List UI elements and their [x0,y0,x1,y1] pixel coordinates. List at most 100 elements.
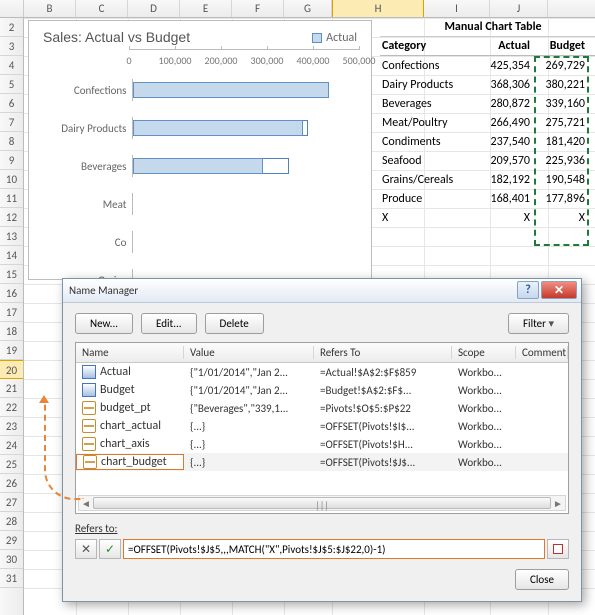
row-header[interactable]: 2 [0,18,23,37]
scrollbar-thumb[interactable]: ||| [93,497,551,509]
refers-label: =Actual!$A$2:$F$859 [314,366,452,379]
column-header[interactable]: H [332,0,424,17]
list-item[interactable]: chart_actual{...}=OFFSET(Pivots!$I$...Wo… [76,417,568,435]
cell-budget: 225,936 [534,154,589,168]
list-col-comment[interactable]: Comment [516,346,568,359]
row-header[interactable]: 21 [0,379,23,398]
dialog-titlebar[interactable]: Name Manager ? ✕ [63,279,581,303]
chart-bar-row: Dairy Products [43,111,361,145]
row-header[interactable]: 29 [0,531,23,550]
row-header[interactable]: 18 [0,322,23,341]
name-label: chart_axis [100,437,150,451]
scroll-right-icon[interactable]: ► [551,497,565,510]
row-header[interactable]: 23 [0,417,23,436]
refers-to-input[interactable] [123,539,545,559]
row-header[interactable]: 7 [0,113,23,132]
range-picker-button[interactable] [547,539,569,559]
row-header[interactable]: 31 [0,569,23,588]
table-row[interactable]: Grains/Cereals182,192190,548 [380,170,595,189]
row-header[interactable]: 11 [0,189,23,208]
row-header[interactable]: 22 [0,398,23,417]
row-header[interactable]: 25 [0,455,23,474]
accept-reference-button[interactable]: ✓ [99,539,121,559]
list-col-scope[interactable]: Scope [452,346,516,359]
select-all-corner[interactable] [0,0,24,17]
row-header[interactable]: 20 [0,360,23,379]
column-header[interactable]: F [232,0,284,17]
cell-budget: 190,548 [534,173,589,187]
cancel-reference-button[interactable]: ✕ [75,539,97,559]
axis-tick-label: 400,000 [297,54,330,67]
edit-button[interactable]: Edit... [141,313,197,334]
column-header[interactable]: I [424,0,490,17]
row-header[interactable]: 12 [0,208,23,227]
table-title: Manual Chart Table [380,18,595,37]
row-header[interactable]: 26 [0,474,23,493]
row-header[interactable]: 3 [0,37,23,56]
list-item[interactable]: budget_pt{"Beverages","339,1...=Pivots!$… [76,399,568,417]
row-header[interactable]: 9 [0,151,23,170]
list-item[interactable]: Actual{"1/01/2014","Jan 2...=Actual!$A$2… [76,363,568,381]
chart-x-axis: 0100,000200,000300,000400,000500,000 [129,49,359,69]
list-col-refers[interactable]: Refers To [314,346,452,359]
row-header[interactable]: 17 [0,303,23,322]
row-header[interactable]: 16 [0,284,23,303]
name-manager-dialog: Name Manager ? ✕ New... Edit... Delete F… [62,278,582,602]
help-button[interactable]: ? [517,281,539,299]
column-header[interactable]: B [24,0,76,17]
column-header[interactable]: G [284,0,332,17]
new-button[interactable]: New... [75,313,133,334]
row-header[interactable]: 5 [0,75,23,94]
list-item[interactable]: chart_axis{...}=OFFSET(Pivots!$H...Workb… [76,435,568,453]
cell-budget: 275,721 [534,116,589,130]
actual-bar [133,158,262,174]
column-header[interactable]: C [76,0,128,17]
row-header[interactable]: 15 [0,265,23,284]
table-row[interactable]: Meat/Poultry266,490275,721 [380,113,595,132]
row-header[interactable]: 14 [0,246,23,265]
list-item[interactable]: Budget{"1/01/2014","Jan 2...=Budget!$A$2… [76,381,568,399]
worksheet: BCDEFGHIJ 234567891011121314151617181920… [0,0,595,615]
annotation-arrowhead-icon [39,395,49,403]
cell-budget: X [534,211,589,225]
list-item[interactable]: chart_budget{...}=OFFSET(Pivots!$J$...Wo… [76,453,568,471]
scroll-left-icon[interactable]: ◄ [79,497,93,510]
cell-actual: 368,306 [470,78,534,92]
name-icon [82,437,96,451]
horizontal-scrollbar[interactable]: ◄ ||| ► [78,495,566,511]
column-header[interactable]: D [128,0,180,17]
row-header[interactable]: 24 [0,436,23,455]
close-icon[interactable]: ✕ [541,281,577,299]
row-header[interactable]: 30 [0,550,23,569]
row-header[interactable]: 6 [0,94,23,113]
list-col-value[interactable]: Value [184,346,314,359]
cell-category: Grains/Cereals [380,173,470,187]
cell-actual: 425,354 [470,59,534,73]
cell-budget: 339,160 [534,97,589,111]
table-row[interactable]: Beverages280,872339,160 [380,94,595,113]
row-header[interactable]: 4 [0,56,23,75]
row-header[interactable]: 28 [0,512,23,531]
row-header[interactable]: 13 [0,227,23,246]
table-row[interactable]: Confections425,354269,729 [380,56,595,75]
table-row[interactable]: Produce168,401177,896 [380,189,595,208]
cell-budget: 181,420 [534,135,589,149]
row-header[interactable]: 19 [0,341,23,360]
cell-category: Seafood [380,154,470,168]
actual-bar [133,120,302,136]
close-button[interactable]: Close [515,569,569,590]
table-row[interactable]: Condiments237,540181,420 [380,132,595,151]
delete-button[interactable]: Delete [205,313,264,334]
embedded-chart[interactable]: Sales: Actual vs Budget Actual 0100,0002… [28,20,372,280]
table-row[interactable]: Seafood209,570225,936 [380,151,595,170]
names-listbox[interactable]: Name Value Refers To Scope Comment Actua… [75,342,569,514]
row-header[interactable]: 8 [0,132,23,151]
filter-button[interactable]: Filter [508,313,569,334]
list-col-name[interactable]: Name [76,346,184,359]
column-header[interactable]: E [180,0,232,17]
table-row[interactable]: XXX [380,208,595,227]
table-row[interactable]: Dairy Products368,306380,221 [380,75,595,94]
row-header[interactable]: 10 [0,170,23,189]
row-header[interactable]: 27 [0,493,23,512]
column-header[interactable]: J [490,0,548,17]
